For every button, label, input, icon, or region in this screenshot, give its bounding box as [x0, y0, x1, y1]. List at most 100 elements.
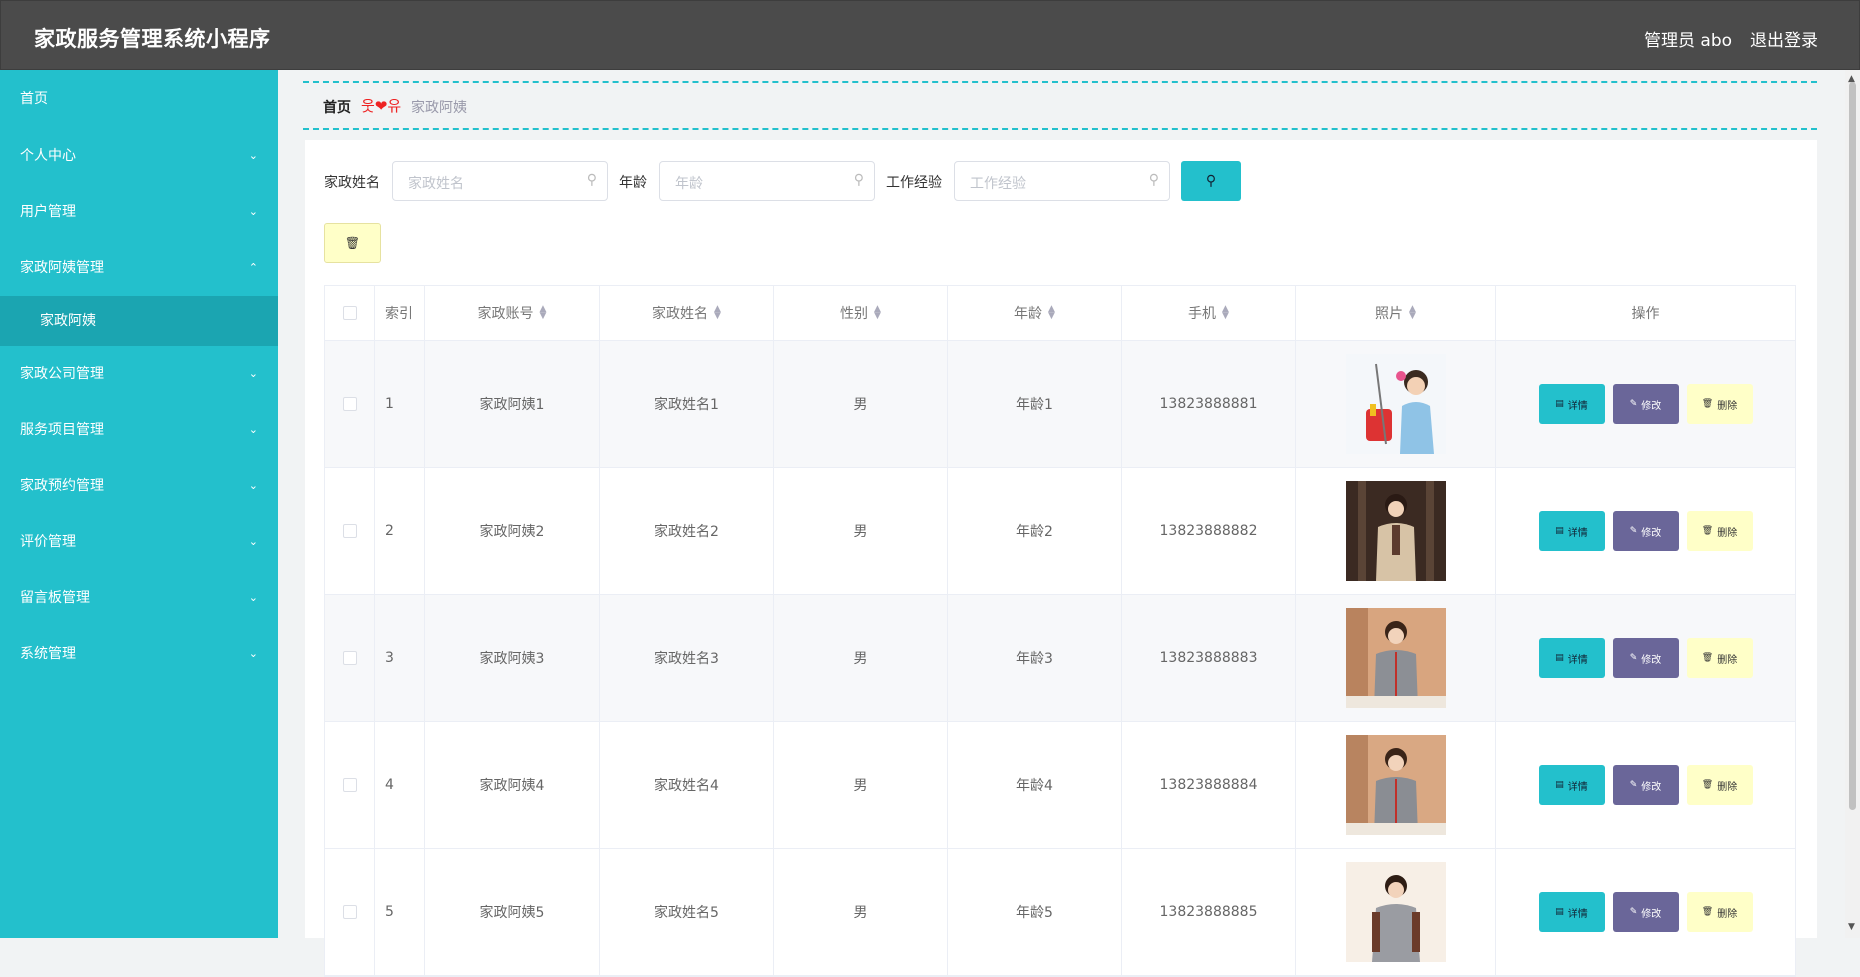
detail-button[interactable]: ▤ 详情	[1538, 638, 1605, 678]
edit-button[interactable]: ✎ 修改	[1612, 638, 1679, 678]
delete-button[interactable]: 🗑 删除	[1686, 892, 1753, 932]
sort-icon[interactable]: ▲ ▼	[874, 305, 881, 321]
header-checkbox-cell	[325, 286, 375, 340]
sidebar-item-label: 家政阿姨管理	[20, 260, 104, 276]
actions-cell: ▤ 详情 ✎ 修改 🗑 删除	[1496, 849, 1795, 975]
row-checkbox-cell	[325, 468, 375, 594]
delete-button-label: 删除	[1717, 908, 1738, 920]
name-cell: 家政姓名5	[600, 849, 774, 975]
photo-cell	[1296, 468, 1496, 594]
sort-icon[interactable]: ▲ ▼	[1409, 305, 1416, 321]
batch-delete-button[interactable]: 🗑	[324, 223, 381, 263]
edit-button[interactable]: ✎ 修改	[1612, 384, 1679, 424]
sort-icon[interactable]: ▲ ▼	[540, 305, 547, 321]
detail-button[interactable]: ▤ 详情	[1538, 384, 1605, 424]
sidebar-item-booking-management[interactable]: 家政预约管理 ⌄	[0, 458, 278, 514]
housekeeper-photo[interactable]	[1345, 481, 1446, 581]
experience-search-input[interactable]: 工作经验 ⚲	[954, 161, 1170, 201]
sidebar-item-review-management[interactable]: 评价管理 ⌄	[0, 514, 278, 570]
name-cell: 家政姓名1	[600, 341, 774, 467]
chevron-down-icon: ⌄	[248, 647, 258, 660]
detail-button[interactable]: ▤ 详情	[1538, 511, 1605, 551]
search-icon: ⚲	[586, 172, 597, 188]
sidebar-item-housekeeper-management[interactable]: 家政阿姨管理 ⌃	[0, 240, 278, 296]
index-cell: 3	[375, 595, 425, 721]
delete-button[interactable]: 🗑 删除	[1686, 638, 1753, 678]
delete-button-label: 删除	[1717, 654, 1738, 666]
index-cell: 2	[375, 468, 425, 594]
delete-button[interactable]: 🗑 删除	[1686, 384, 1753, 424]
actions-cell: ▤ 详情 ✎ 修改 🗑 删除	[1496, 595, 1795, 721]
housekeeper-photo[interactable]	[1345, 735, 1446, 835]
sidebar-item-system-management[interactable]: 系统管理 ⌄	[0, 626, 278, 682]
column-header[interactable]: 家政姓名 ▲ ▼	[600, 286, 774, 340]
detail-button[interactable]: ▤ 详情	[1538, 892, 1605, 932]
breadcrumb: 首页 웃❤유 家政阿姨	[303, 81, 1817, 130]
breadcrumb-home[interactable]: 首页	[323, 97, 351, 117]
detail-button[interactable]: ▤ 详情	[1538, 765, 1605, 805]
housekeeper-photo[interactable]	[1345, 862, 1446, 962]
row-checkbox[interactable]	[342, 524, 357, 538]
column-header[interactable]: 家政账号 ▲ ▼	[425, 286, 600, 340]
search-icon: ⚲	[853, 172, 864, 188]
row-checkbox[interactable]	[342, 778, 357, 792]
chevron-down-icon: ⌄	[248, 423, 258, 436]
page-scrollbar[interactable]: ▲ ▼	[1845, 70, 1860, 938]
sidebar-item-label: 用户管理	[20, 204, 76, 220]
document-icon: ▤	[1555, 399, 1564, 409]
delete-button[interactable]: 🗑 删除	[1686, 765, 1753, 805]
app-title: 家政服务管理系统小程序	[34, 27, 271, 51]
actions-cell: ▤ 详情 ✎ 修改 🗑 删除	[1496, 468, 1795, 594]
trash-icon: 🗑	[1701, 399, 1714, 409]
row-checkbox[interactable]	[342, 651, 357, 665]
delete-button[interactable]: 🗑 删除	[1686, 511, 1753, 551]
edit-button[interactable]: ✎ 修改	[1612, 892, 1679, 932]
search-button[interactable]: ⚲	[1181, 161, 1241, 201]
edit-button[interactable]: ✎ 修改	[1612, 765, 1679, 805]
photo-cell	[1296, 341, 1496, 467]
sidebar-item-label: 个人中心	[20, 148, 76, 164]
column-header-label: 操作	[1631, 306, 1660, 322]
name-search-input[interactable]: 家政姓名 ⚲	[392, 161, 608, 201]
phone-cell: 13823888883	[1122, 595, 1296, 721]
age-search-input[interactable]: 年龄 ⚲	[659, 161, 875, 201]
column-header-label: 手机	[1188, 306, 1217, 322]
table-row: 3 家政阿姨3 家政姓名3 男 年龄3 13823888883 ▤ 详情 ✎ 修改 …	[325, 595, 1795, 722]
sidebar-item-service-management[interactable]: 服务项目管理 ⌄	[0, 402, 278, 458]
phone-cell: 13823888885	[1122, 849, 1296, 975]
edit-button[interactable]: ✎ 修改	[1612, 511, 1679, 551]
column-header[interactable]: 性别 ▲ ▼	[774, 286, 948, 340]
input-placeholder: 年龄	[675, 176, 703, 192]
housekeeper-photo[interactable]	[1345, 608, 1446, 708]
row-checkbox-cell	[325, 595, 375, 721]
scroll-down-arrow-icon[interactable]: ▼	[1848, 922, 1855, 932]
column-header[interactable]: 年龄 ▲ ▼	[948, 286, 1122, 340]
sidebar-item-home[interactable]: 首页	[0, 70, 278, 128]
sidebar: 首页 个人中心 ⌄ 用户管理 ⌄ 家政阿姨管理 ⌃ 家政阿姨 家政公司管理 ⌄ 服务项目…	[0, 70, 278, 938]
select-all-checkbox[interactable]	[342, 306, 357, 320]
sidebar-item-label: 留言板管理	[20, 590, 90, 606]
sidebar-item-personal-center[interactable]: 个人中心 ⌄	[0, 128, 278, 184]
sidebar-item-message-board[interactable]: 留言板管理 ⌄	[0, 570, 278, 626]
detail-button-label: 详情	[1567, 908, 1588, 920]
chevron-down-icon: ⌄	[248, 535, 258, 548]
logout-link[interactable]: 退出登录	[1750, 26, 1818, 51]
sidebar-item-company-management[interactable]: 家政公司管理 ⌄	[0, 346, 278, 402]
sort-icon[interactable]: ▲ ▼	[1222, 305, 1229, 321]
sidebar-subitem-housekeeper[interactable]: 家政阿姨	[0, 296, 278, 346]
scrollbar-thumb[interactable]	[1849, 82, 1856, 810]
row-checkbox[interactable]	[342, 397, 357, 411]
sidebar-item-user-management[interactable]: 用户管理 ⌄	[0, 184, 278, 240]
sort-icon[interactable]: ▲ ▼	[714, 305, 721, 321]
housekeeper-photo[interactable]	[1345, 354, 1446, 454]
housekeeper-table: 索引 家政账号 ▲ ▼ 家政姓名 ▲ ▼ 性别 ▲ ▼ 年龄 ▲ ▼ 手机 ▲ ▼ 照片 ▲ ▼ 操作 …	[324, 285, 1796, 977]
sort-icon[interactable]: ▲ ▼	[1048, 305, 1055, 321]
search-icon: ⚲	[1148, 172, 1159, 188]
column-header[interactable]: 手机 ▲ ▼	[1122, 286, 1296, 340]
actions-cell: ▤ 详情 ✎ 修改 🗑 删除	[1496, 722, 1795, 848]
gender-cell: 男	[774, 341, 948, 467]
index-cell: 4	[375, 722, 425, 848]
row-checkbox[interactable]	[342, 905, 357, 919]
column-header[interactable]: 照片 ▲ ▼	[1296, 286, 1496, 340]
current-user: 管理员 abo	[1644, 31, 1733, 51]
